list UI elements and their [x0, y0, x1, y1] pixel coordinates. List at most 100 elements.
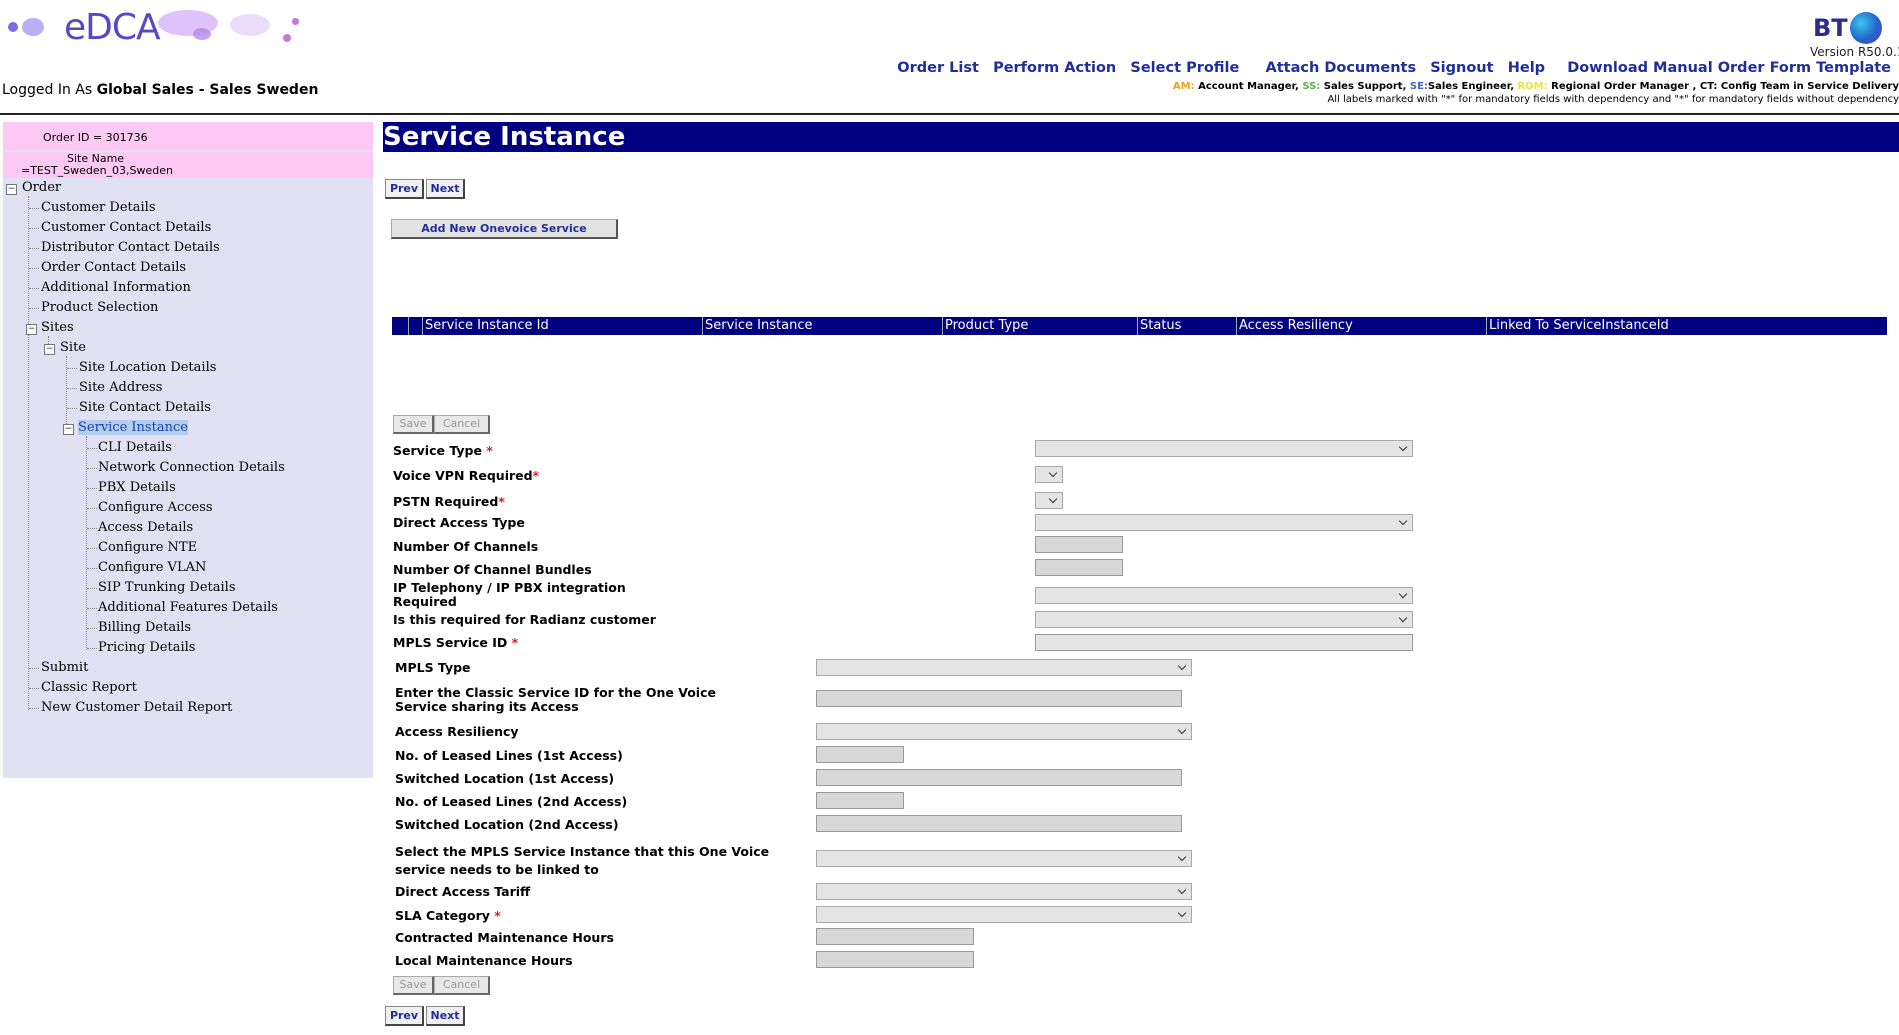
save-button-bottom[interactable]: Save	[393, 976, 434, 995]
nav-perform-action[interactable]: Perform Action	[993, 60, 1116, 76]
col-service-instance-id[interactable]: Service Instance Id	[422, 317, 697, 335]
tree-site-contact-details[interactable]: Site Contact Details	[79, 400, 211, 415]
tree-network-connection-details[interactable]: Network Connection Details	[98, 460, 285, 475]
voice-vpn-text: Voice VPN Required	[393, 468, 533, 483]
tree-customer-contact-details[interactable]: Customer Contact Details	[41, 220, 211, 235]
tree-billing-details[interactable]: Billing Details	[98, 620, 191, 635]
col-status[interactable]: Status	[1137, 317, 1236, 335]
mpls-type-select[interactable]	[816, 659, 1192, 676]
switched-location-1st-input[interactable]	[816, 769, 1182, 786]
contracted-maintenance-hours-input[interactable]	[816, 928, 974, 945]
cancel-button-bottom[interactable]: Cancel	[434, 976, 490, 995]
nav-help[interactable]: Help	[1508, 60, 1545, 76]
tree-additional-information[interactable]: Additional Information	[41, 280, 191, 295]
leased-lines-1st-input[interactable]	[816, 746, 904, 763]
leased-lines-1st-label: No. of Leased Lines (1st Access)	[395, 748, 623, 763]
tree-cli-details[interactable]: CLI Details	[98, 440, 172, 455]
leased-lines-2nd-input[interactable]	[816, 792, 904, 809]
page-title: Service Instance	[383, 122, 1899, 152]
sites-collapse-icon[interactable]: −	[26, 324, 37, 335]
number-of-channel-bundles-input[interactable]	[1035, 559, 1123, 576]
tree-submit[interactable]: Submit	[41, 660, 88, 675]
next-button-top[interactable]: Next	[426, 179, 465, 199]
nav-signout[interactable]: Signout	[1430, 60, 1493, 76]
direct-access-tariff-select[interactable]	[816, 883, 1192, 900]
mpls-type-label: MPLS Type	[395, 660, 471, 675]
mpls-link-select[interactable]	[816, 850, 1192, 867]
tree-site-location-details[interactable]: Site Location Details	[79, 360, 216, 375]
save-button-top[interactable]: Save	[393, 415, 434, 434]
cancel-button-top[interactable]: Cancel	[434, 415, 490, 434]
site-name-panel: Site Name =TEST_Sweden_03,Sweden	[3, 152, 373, 178]
sla-category-text: SLA Category	[395, 908, 490, 923]
tree-access-details[interactable]: Access Details	[98, 520, 193, 535]
mpls-service-id-label: MPLS Service ID *	[393, 636, 518, 650]
add-new-onevoice-service-button[interactable]: Add New Onevoice Service	[391, 219, 618, 239]
tree-order-contact-details[interactable]: Order Contact Details	[41, 260, 186, 275]
bt-logo-text: BT	[1813, 14, 1848, 42]
legend-ss-text: Sales Support,	[1320, 81, 1410, 92]
direct-access-type-label: Direct Access Type	[393, 515, 525, 530]
site-name-value: =TEST_Sweden_03,Sweden	[21, 164, 174, 177]
tree-new-customer-detail-report[interactable]: New Customer Detail Report	[41, 700, 232, 715]
tree-classic-report[interactable]: Classic Report	[41, 680, 137, 695]
number-of-channels-label: Number Of Channels	[393, 539, 539, 554]
tree-service-instance[interactable]: Service Instance	[78, 420, 188, 435]
mpls-service-id-text: MPLS Service ID	[393, 635, 508, 650]
tree-customer-details[interactable]: Customer Details	[41, 200, 156, 215]
bt-globe-icon	[1850, 12, 1882, 44]
legend-se-text: Sales Engineer,	[1427, 81, 1518, 92]
number-of-channels-input[interactable]	[1035, 536, 1123, 553]
next-button-bottom[interactable]: Next	[426, 1006, 465, 1026]
tree-additional-features-details[interactable]: Additional Features Details	[98, 600, 278, 615]
required-marker: *	[511, 635, 519, 650]
access-resiliency-select[interactable]	[816, 723, 1192, 740]
switched-location-2nd-input[interactable]	[816, 815, 1182, 832]
prev-button-bottom[interactable]: Prev	[385, 1006, 424, 1026]
voice-vpn-select[interactable]	[1035, 466, 1063, 483]
tree-site-address[interactable]: Site Address	[79, 380, 162, 395]
col-service-instance[interactable]: Service Instance	[702, 317, 941, 335]
order-collapse-icon[interactable]: −	[6, 184, 17, 195]
tree-configure-nte[interactable]: Configure NTE	[98, 540, 197, 555]
switched-location-2nd-label: Switched Location (2nd Access)	[395, 817, 619, 832]
prev-button-top[interactable]: Prev	[385, 179, 424, 199]
nav-select-profile[interactable]: Select Profile	[1130, 60, 1239, 76]
logged-in-as: Logged In As Global Sales - Sales Sweden	[2, 82, 318, 98]
site-collapse-icon[interactable]: −	[44, 344, 55, 355]
pstn-required-text: PSTN Required	[393, 494, 499, 509]
tree-pricing-details[interactable]: Pricing Details	[98, 640, 195, 655]
nav-order-list[interactable]: Order List	[897, 60, 979, 76]
radianz-customer-select[interactable]	[1035, 611, 1413, 628]
col-linked-to-service-instance-id[interactable]: Linked To ServiceInstanceId	[1486, 317, 1885, 335]
tree-sip-trunking-details[interactable]: SIP Trunking Details	[98, 580, 236, 595]
service-instance-collapse-icon[interactable]: −	[63, 424, 74, 435]
tree-distributor-contact-details[interactable]: Distributor Contact Details	[41, 240, 220, 255]
legend-am-abbr: AM:	[1172, 81, 1195, 92]
classic-service-id-input[interactable]	[816, 690, 1182, 707]
tree-product-selection[interactable]: Product Selection	[41, 300, 158, 315]
legend-rom-abbr: ROM:	[1517, 81, 1548, 92]
tree-sites[interactable]: Sites	[41, 320, 74, 335]
col-product-type[interactable]: Product Type	[942, 317, 1133, 335]
col-access-resiliency[interactable]: Access Resiliency	[1236, 317, 1485, 335]
nav-attach-documents[interactable]: Attach Documents	[1266, 60, 1417, 76]
mpls-service-id-input[interactable]	[1035, 634, 1413, 651]
direct-access-type-select[interactable]	[1035, 514, 1413, 531]
nav-download-template[interactable]: Download Manual Order Form Template	[1567, 60, 1891, 76]
contracted-maintenance-hours-label: Contracted Maintenance Hours	[395, 930, 614, 945]
order-id: Order ID = 301736	[43, 131, 148, 144]
tree-pbx-details[interactable]: PBX Details	[98, 480, 176, 495]
local-maintenance-hours-input[interactable]	[816, 951, 974, 968]
tree-site[interactable]: Site	[60, 340, 86, 355]
tree-order[interactable]: Order	[22, 180, 61, 195]
role-legend: AM: Account Manager, SS: Sales Support, …	[1173, 81, 1899, 92]
tree-configure-access[interactable]: Configure Access	[98, 500, 213, 515]
service-type-select[interactable]	[1035, 440, 1413, 457]
sla-category-label: SLA Category *	[395, 909, 501, 923]
tree-configure-vlan[interactable]: Configure VLAN	[98, 560, 206, 575]
pstn-required-select[interactable]	[1035, 492, 1063, 509]
sla-category-select[interactable]	[816, 906, 1192, 923]
ip-telephony-select[interactable]	[1035, 587, 1413, 604]
logged-in-label: Logged In As	[2, 82, 93, 98]
